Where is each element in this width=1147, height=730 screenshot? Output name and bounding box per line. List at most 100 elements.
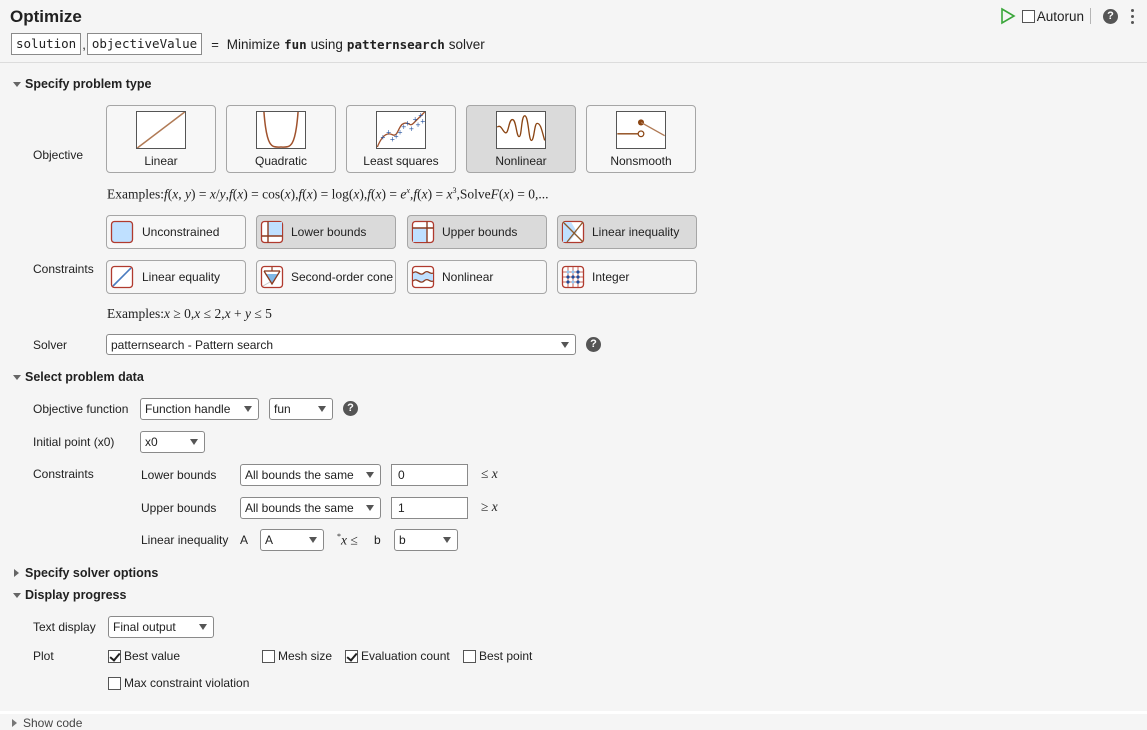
constraint-lower-bounds-label: Lower bounds	[291, 225, 367, 239]
constraint-examples: Examples:x ≥ 0,x ≤ 2,x + y ≤ 5	[107, 306, 272, 321]
upper-bounds-mode-dropdown[interactable]: All bounds the same	[240, 497, 381, 519]
plot-max-constraint-violation-label: Max constraint violation	[124, 676, 250, 690]
constraint-nonlinear-label: Nonlinear	[442, 270, 494, 284]
objective-nonsmooth-button[interactable]: Nonsmooth	[586, 105, 696, 173]
section-select-problem-data[interactable]: Select problem data	[13, 370, 144, 384]
objective-label: Objective	[33, 148, 84, 162]
plot-max-constraint-violation[interactable]: Max constraint violation	[108, 676, 249, 690]
least-squares-plot-icon: ++++ ++++ ++++	[376, 111, 426, 149]
lower-bounds-icon	[260, 220, 284, 244]
nonlinear-plot-icon	[496, 111, 546, 149]
dropdown-value: b	[399, 533, 406, 547]
section-specify-solver-options[interactable]: Specify solver options	[13, 566, 158, 580]
section-title: Display progress	[25, 588, 127, 602]
quadratic-plot-icon	[256, 111, 306, 149]
plot-best-point-checkbox[interactable]	[463, 649, 476, 663]
dropdown-value: Function handle	[145, 402, 231, 416]
lower-bounds-input[interactable]	[391, 464, 468, 486]
autorun-label: Autorun	[1036, 8, 1084, 24]
objective-examples: Examples:f(x, y) = x/y,f(x) = cos(x),f(x…	[107, 186, 549, 202]
plot-mesh-size-checkbox[interactable]	[262, 649, 275, 663]
show-code-toggle[interactable]: Show code	[12, 716, 82, 730]
objective-quadratic-button[interactable]: Quadratic	[226, 105, 336, 173]
section-display-progress[interactable]: Display progress	[13, 588, 126, 602]
nonsmooth-plot-icon	[616, 111, 666, 149]
plot-best-value[interactable]: Best value	[108, 649, 180, 663]
objective-least-squares-label: Least squares	[363, 154, 439, 168]
dropdown-value: All bounds the same	[245, 468, 354, 482]
plot-evaluation-count[interactable]: Evaluation count	[345, 649, 450, 663]
constraint-linear-equality-button[interactable]: Linear equality	[106, 260, 246, 294]
matrix-a-dropdown[interactable]: A	[260, 529, 324, 551]
integer-icon	[561, 265, 585, 289]
linear-equality-icon	[110, 265, 134, 289]
constraint-linear-inequality-label: Linear inequality	[592, 225, 680, 239]
constraint-second-order-cone-label: Second-order cone	[291, 270, 394, 284]
plot-evaluation-count-checkbox[interactable]	[345, 649, 358, 663]
matrix-a-label: A	[240, 533, 249, 547]
more-options-icon[interactable]	[1128, 8, 1137, 24]
objective-linear-label: Linear	[144, 154, 178, 168]
objective-nonlinear-label: Nonlinear	[495, 154, 547, 168]
linear-inequality-label: Linear inequality	[141, 533, 229, 547]
objective-quadratic-label: Quadratic	[254, 154, 308, 168]
objective-function-type-dropdown[interactable]: Function handle	[140, 398, 259, 420]
show-code-label: Show code	[23, 716, 83, 730]
constraint-lower-bounds-button[interactable]: Lower bounds	[256, 215, 396, 249]
objective-nonlinear-button[interactable]: Nonlinear	[466, 105, 576, 173]
objective-linear-button[interactable]: Linear	[106, 105, 216, 173]
section-title: Specify problem type	[25, 77, 152, 91]
plot-best-point[interactable]: Best point	[463, 649, 532, 663]
svg-text:+: +	[409, 125, 415, 133]
expand-icon	[14, 569, 19, 577]
equals-sign: =	[211, 36, 219, 52]
solver-dropdown[interactable]: patternsearch - Pattern search	[106, 334, 576, 355]
objective-nonsmooth-label: Nonsmooth	[610, 154, 672, 168]
collapse-icon	[13, 374, 21, 380]
section-specify-problem-type[interactable]: Specify problem type	[13, 77, 151, 91]
constraint-integer-button[interactable]: Integer	[557, 260, 697, 294]
output-separator: ,	[82, 36, 86, 52]
svg-text:+: +	[420, 117, 426, 125]
constraint-unconstrained-button[interactable]: Unconstrained	[106, 215, 246, 249]
output-variable-objective-value[interactable]: objectiveValue	[86, 33, 203, 55]
constraint-upper-bounds-label: Upper bounds	[442, 225, 518, 239]
objective-function-help-icon[interactable]: ?	[343, 401, 358, 416]
vector-b-dropdown[interactable]: b	[394, 529, 458, 551]
objective-function-label: Objective function	[33, 402, 129, 416]
help-icon[interactable]: ?	[1103, 8, 1118, 24]
constraint-integer-label: Integer	[592, 270, 630, 284]
dropdown-value: x0	[145, 435, 158, 449]
plot-max-constraint-violation-checkbox[interactable]	[108, 676, 121, 690]
constraint-upper-bounds-button[interactable]: Upper bounds	[407, 215, 547, 249]
upper-bounds-suffix: ≥ x	[481, 499, 498, 514]
upper-bounds-input[interactable]	[391, 497, 468, 519]
autorun-checkbox[interactable]	[1021, 9, 1035, 23]
lower-bounds-mode-dropdown[interactable]: All bounds the same	[240, 464, 381, 486]
plot-evaluation-count-label: Evaluation count	[361, 649, 450, 663]
constraints-label: Constraints	[33, 262, 94, 276]
objective-function-dropdown[interactable]: fun	[269, 398, 333, 420]
dropdown-value: fun	[274, 402, 291, 416]
plot-best-value-label: Best value	[124, 649, 181, 663]
run-icon[interactable]	[1000, 7, 1016, 25]
objective-least-squares-button[interactable]: + + + + + + + + + + + + Least squares	[346, 105, 456, 173]
solver-help-icon[interactable]: ?	[586, 337, 601, 352]
plot-mesh-size[interactable]: Mesh size	[262, 649, 332, 663]
chevron-down-icon	[199, 624, 207, 630]
constraint-second-order-cone-button[interactable]: Second-order cone	[256, 260, 396, 294]
constraint-nonlinear-button[interactable]: Nonlinear	[407, 260, 547, 294]
text-display-label: Text display	[33, 620, 96, 634]
dropdown-value: A	[265, 533, 274, 547]
chevron-down-icon	[366, 505, 374, 511]
constraint-linear-inequality-button[interactable]: Linear inequality	[557, 215, 697, 249]
plot-best-value-checkbox[interactable]	[108, 649, 121, 663]
initial-point-dropdown[interactable]: x0	[140, 431, 205, 453]
chevron-down-icon	[244, 406, 252, 412]
text-display-dropdown[interactable]: Final output	[108, 616, 214, 638]
output-variable-solution[interactable]: solution	[11, 33, 82, 55]
solver-label: Solver	[33, 338, 68, 352]
expand-icon	[12, 719, 17, 727]
chevron-down-icon	[366, 472, 374, 478]
initial-point-label: Initial point (x0)	[33, 435, 115, 449]
